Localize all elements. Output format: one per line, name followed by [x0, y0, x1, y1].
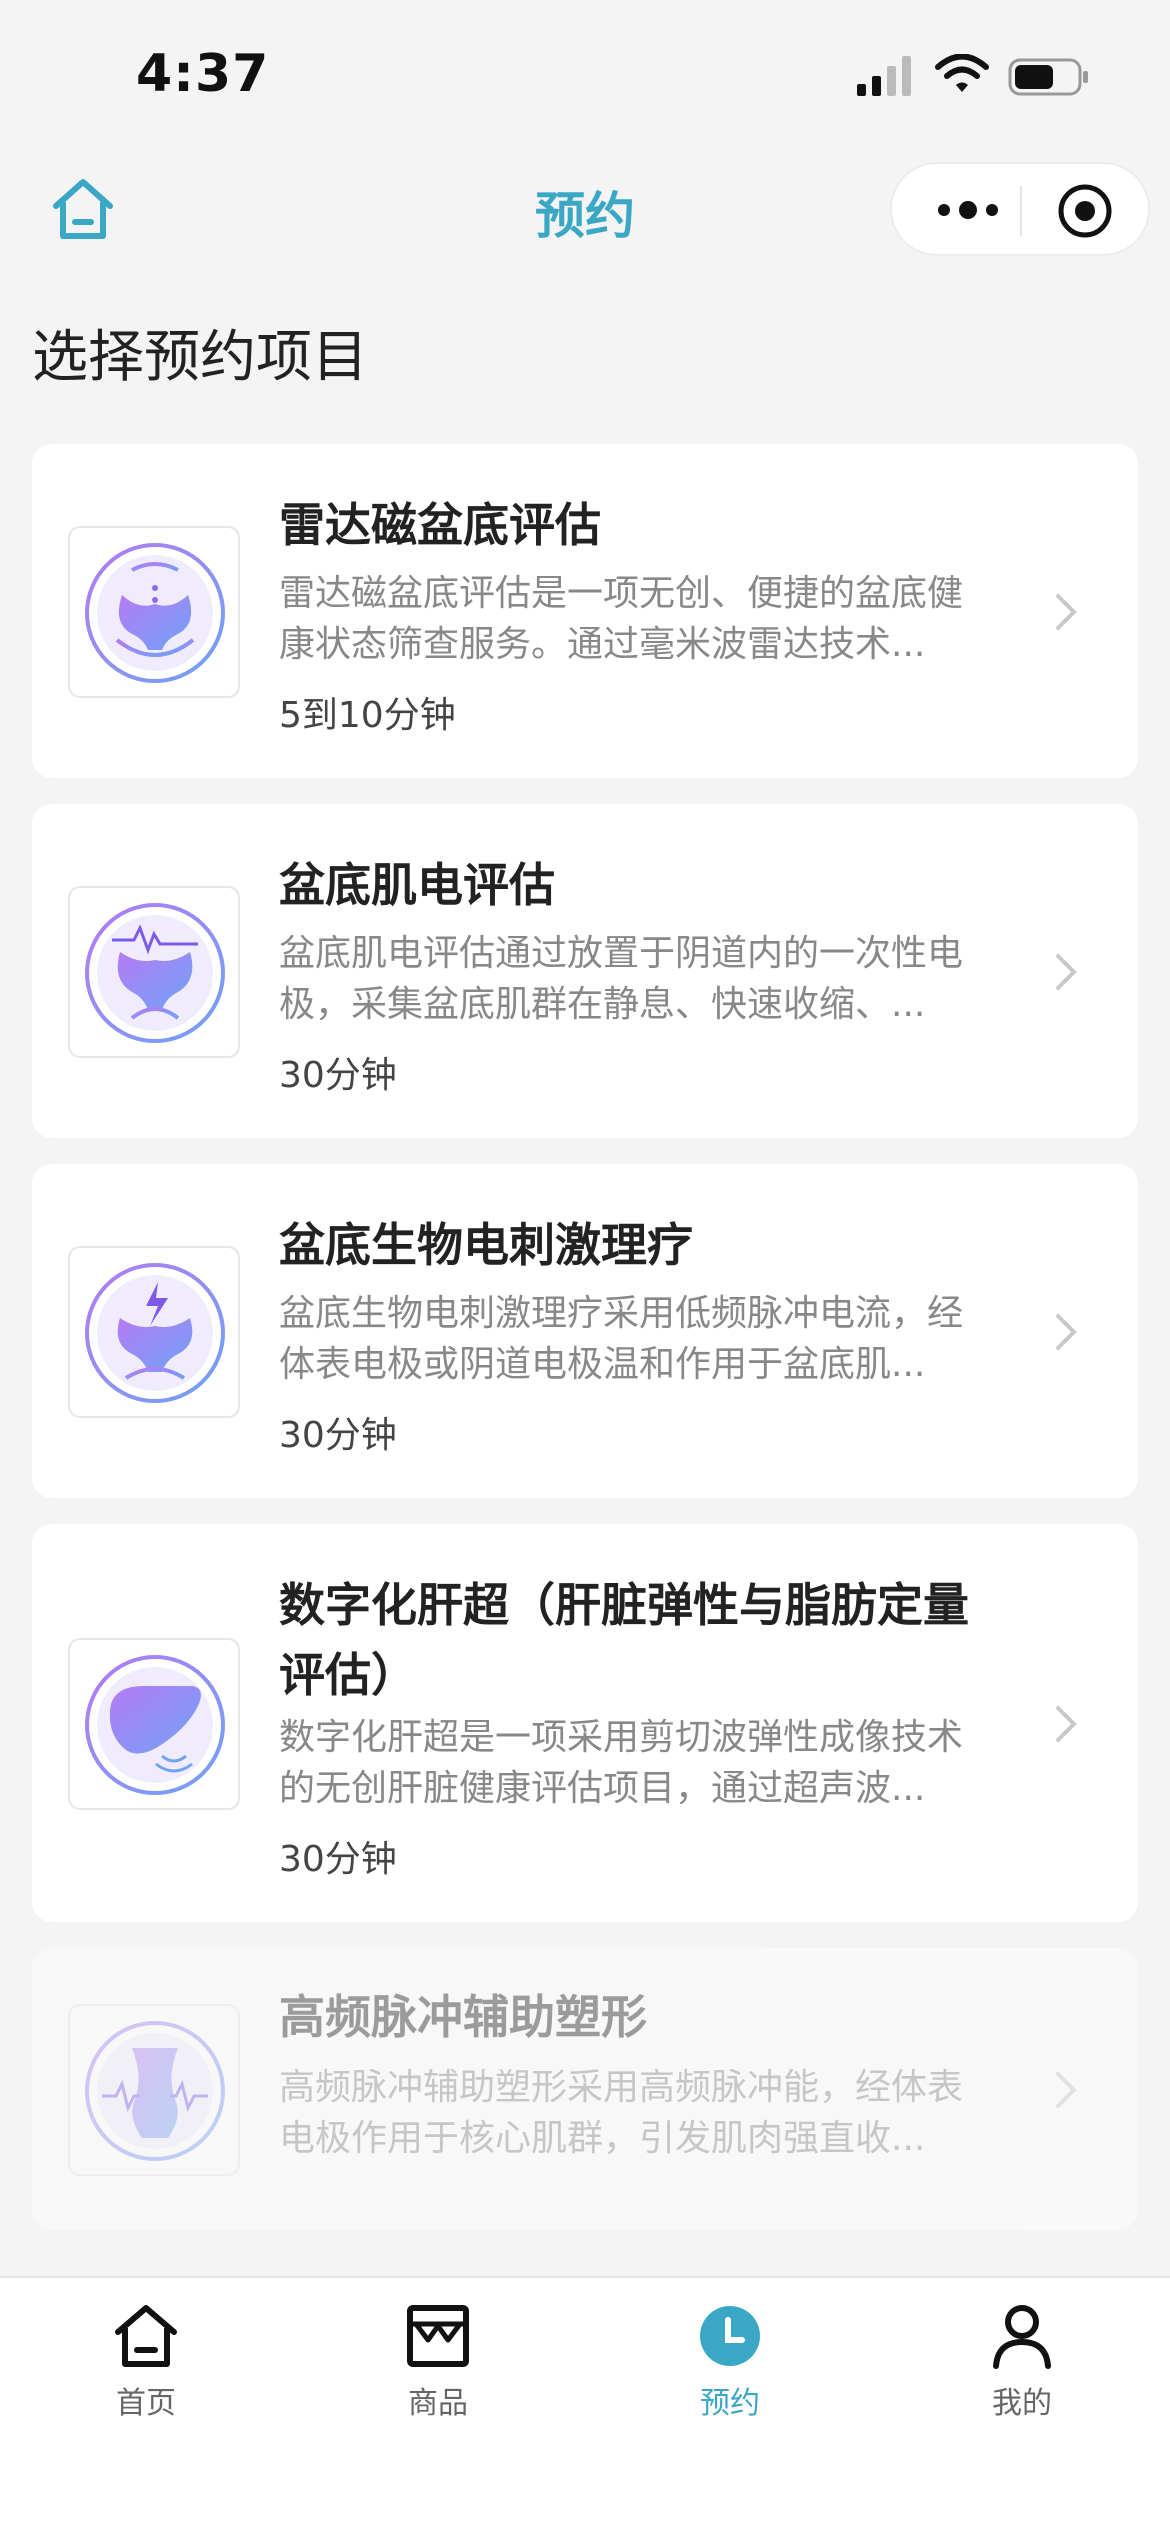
- description-line: 高频脉冲辅助塑形采用高频脉冲能，经体表: [279, 2067, 964, 2108]
- appointment-page: 4:37 预约 选择预约项目 雷达磁盆底评估 雷达磁盆底评估是一项无创、便捷的盆…: [0, 0, 1170, 2532]
- service-description: 盆底生物电刺激理疗采用低频脉冲电流，经 体表电极或阴道电极温和作用于盆底肌...: [279, 1288, 1019, 1390]
- service-thumbnail: [68, 1246, 240, 1418]
- service-thumbnail: [68, 2004, 240, 2176]
- tab-bar: 首页 商品 预约 我的: [0, 2276, 1170, 2532]
- service-name: 数字化肝超（肝脏弹性与脂肪定量 评估）: [279, 1570, 1019, 1710]
- description-line: 体表电极或阴道电极温和作用于盆底肌...: [279, 1344, 926, 1385]
- body-shaping-icon: [85, 2021, 225, 2161]
- emg-pelvis-icon: [85, 903, 225, 1043]
- chevron-right-icon: [1056, 2072, 1077, 2108]
- service-duration: 30分钟: [279, 1055, 397, 1096]
- clock-icon: [700, 2306, 760, 2366]
- service-duration: 30分钟: [279, 1415, 397, 1456]
- service-name-line: 评估）: [279, 1648, 417, 1702]
- more-icon[interactable]: [932, 190, 1004, 230]
- service-name-line: 高频脉冲辅助塑形: [279, 1990, 647, 2044]
- service-card[interactable]: 盆底肌电评估 盆底肌电评估通过放置于阴道内的一次性电 极，采集盆底肌群在静息、快…: [32, 804, 1138, 1138]
- battery-icon: [1008, 58, 1088, 96]
- tab-profile[interactable]: 我的: [876, 2278, 1168, 2438]
- service-thumbnail: [68, 886, 240, 1058]
- radar-pelvis-icon: [85, 543, 225, 683]
- wifi-icon: [935, 54, 989, 92]
- user-icon: [993, 2305, 1051, 2369]
- close-miniprogram-icon[interactable]: [1056, 182, 1114, 240]
- service-name: 高频脉冲辅助塑形: [279, 1982, 1019, 2052]
- service-card[interactable]: 盆底生物电刺激理疗 盆底生物电刺激理疗采用低频脉冲电流，经 体表电极或阴道电极温…: [32, 1164, 1138, 1498]
- mini-program-capsule: [890, 162, 1150, 256]
- description-line: 盆底肌电评估通过放置于阴道内的一次性电: [279, 933, 964, 974]
- service-name: 盆底肌电评估: [279, 850, 1019, 920]
- service-description: 数字化肝超是一项采用剪切波弹性成像技术 的无创肝脏健康评估项目，通过超声波...: [279, 1712, 1019, 1814]
- tab-label: 首页: [116, 2386, 176, 2421]
- service-card[interactable]: 数字化肝超（肝脏弹性与脂肪定量 评估） 数字化肝超是一项采用剪切波弹性成像技术 …: [32, 1524, 1138, 1922]
- service-name-line: 数字化肝超（肝脏弹性与脂肪定量: [279, 1578, 969, 1632]
- description-line: 康状态筛查服务。通过毫米波雷达技术...: [279, 624, 926, 665]
- tab-label: 商品: [408, 2386, 468, 2421]
- service-name: 盆底生物电刺激理疗: [279, 1210, 1019, 1280]
- service-description: 高频脉冲辅助塑形采用高频脉冲能，经体表 电极作用于核心肌群，引发肌肉强直收...: [279, 2062, 1019, 2164]
- electrostim-pelvis-icon: [85, 1263, 225, 1403]
- chevron-right-icon: [1056, 1314, 1077, 1350]
- tab-label: 我的: [992, 2386, 1052, 2421]
- tab-appointment[interactable]: 预约: [584, 2278, 876, 2438]
- description-line: 雷达磁盆底评估是一项无创、便捷的盆底健: [279, 573, 964, 614]
- service-description: 盆底肌电评估通过放置于阴道内的一次性电 极，采集盆底肌群在静息、快速收缩、...: [279, 928, 1019, 1030]
- description-line: 电极作用于核心肌群，引发肌肉强直收...: [279, 2118, 926, 2159]
- tab-home[interactable]: 首页: [0, 2278, 292, 2438]
- service-name-line: 雷达磁盆底评估: [279, 498, 601, 552]
- section-title: 选择预约项目: [32, 325, 368, 390]
- description-line: 盆底生物电刺激理疗采用低频脉冲电流，经: [279, 1293, 964, 1334]
- service-name-line: 盆底生物电刺激理疗: [279, 1218, 693, 1272]
- capsule-divider: [1020, 186, 1022, 236]
- tab-shop[interactable]: 商品: [292, 2278, 584, 2438]
- service-duration: 30分钟: [279, 1839, 397, 1880]
- shop-icon: [407, 2305, 469, 2367]
- service-name: 雷达磁盆底评估: [279, 490, 1019, 560]
- service-name-line: 盆底肌电评估: [279, 858, 555, 912]
- liver-ultrasound-icon: [85, 1655, 225, 1795]
- service-description: 雷达磁盆底评估是一项无创、便捷的盆底健 康状态筛查服务。通过毫米波雷达技术...: [279, 568, 1019, 670]
- service-card[interactable]: 雷达磁盆底评估 雷达磁盆底评估是一项无创、便捷的盆底健 康状态筛查服务。通过毫米…: [32, 444, 1138, 778]
- status-bar: 4:37: [0, 0, 1170, 150]
- description-line: 的无创肝脏健康评估项目，通过超声波...: [279, 1768, 926, 1809]
- description-line: 数字化肝超是一项采用剪切波弹性成像技术: [279, 1717, 964, 1758]
- service-thumbnail: [68, 1638, 240, 1810]
- chevron-right-icon: [1056, 594, 1077, 630]
- tab-label: 预约: [700, 2386, 760, 2421]
- nav-bar: 预约: [0, 150, 1170, 270]
- service-duration: 5到10分钟: [279, 695, 456, 736]
- service-thumbnail: [68, 526, 240, 698]
- home-icon: [115, 2305, 177, 2367]
- service-card-disabled: 高频脉冲辅助塑形 高频脉冲辅助塑形采用高频脉冲能，经体表 电极作用于核心肌群，引…: [32, 1948, 1138, 2230]
- chevron-right-icon: [1056, 954, 1077, 990]
- description-line: 极，采集盆底肌群在静息、快速收缩、...: [279, 984, 926, 1025]
- chevron-right-icon: [1056, 1706, 1077, 1742]
- status-time: 4:37: [136, 44, 270, 104]
- signal-icon: [857, 56, 911, 96]
